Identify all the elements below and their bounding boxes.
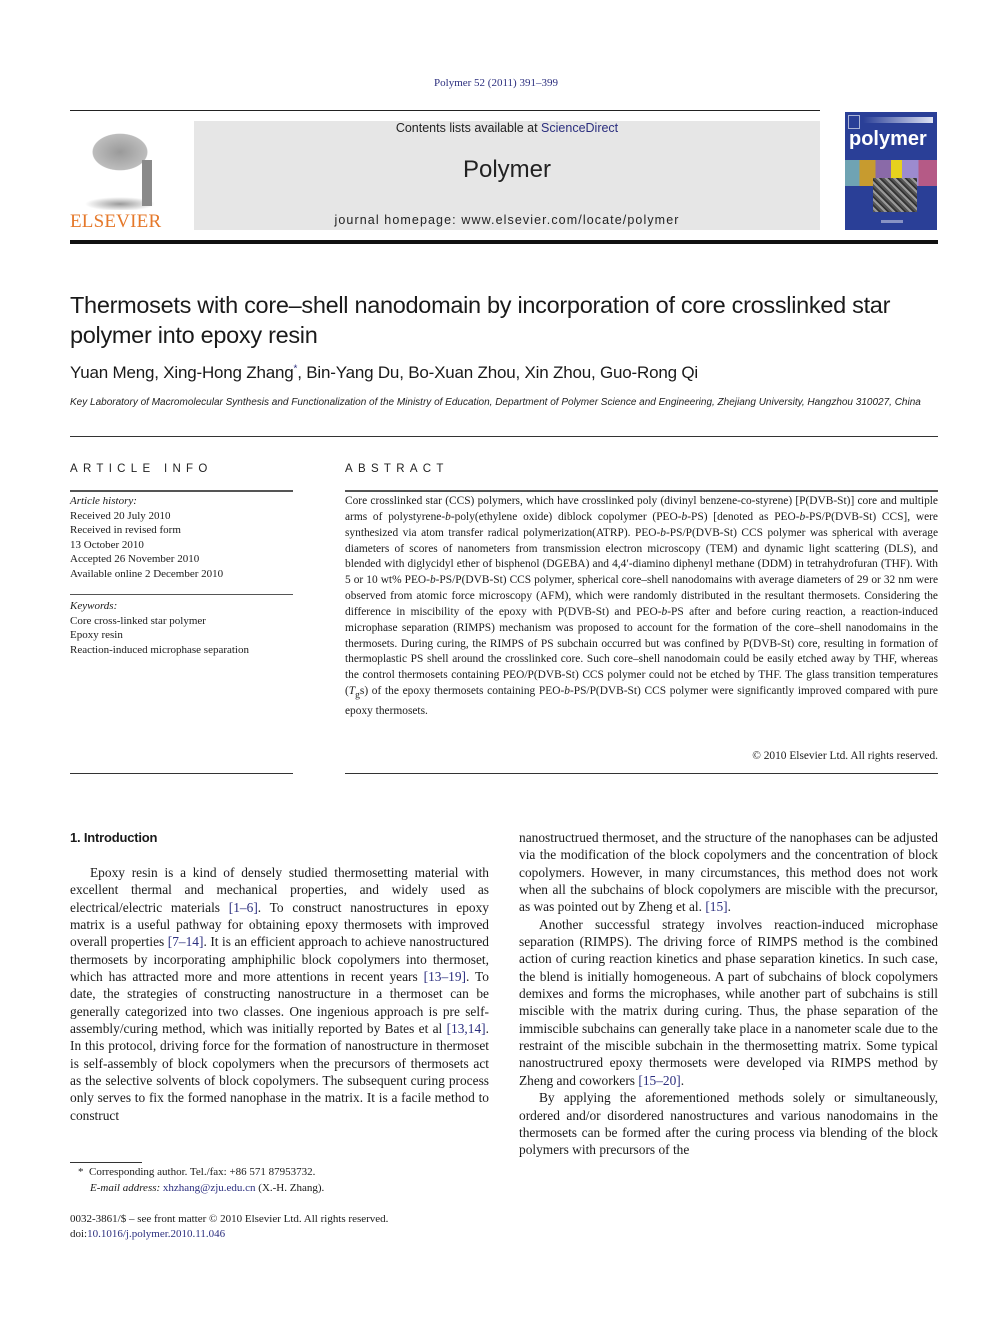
abstract-run: -PS after and before curing reaction, a …: [345, 605, 938, 698]
citation-text[interactable]: Polymer 52 (2011) 391–399: [434, 77, 558, 89]
header-thick-rule: [70, 240, 938, 244]
citation-ref-link[interactable]: [1–6]: [229, 900, 258, 915]
footnote-rule: [70, 1162, 142, 1163]
history-item: Available online 2 December 2010: [70, 567, 224, 580]
text-run: By applying the aforementioned methods s…: [519, 1090, 938, 1158]
paragraph: nanostructrued thermoset, and the struct…: [519, 829, 938, 916]
authors-part-1: Yuan Meng, Xing-Hong Zhang: [70, 363, 294, 382]
abstract-rule: [345, 490, 938, 492]
issn-line: 0032-3861/$ – see front matter © 2010 El…: [70, 1213, 389, 1225]
homepage-url-link[interactable]: www.elsevier.com/locate/polymer: [461, 213, 679, 227]
history-item: Accepted 26 November 2010: [70, 553, 200, 565]
text-run: .: [680, 1072, 685, 1088]
front-matter: 0032-3861/$ – see front matter © 2010 El…: [70, 1212, 510, 1241]
history-item: 13 October 2010: [70, 538, 144, 551]
email-suffix: (X.-H. Zhang).: [255, 1181, 325, 1194]
email-label: E-mail address:: [90, 1181, 161, 1194]
body-column-right: nanostructrued thermoset, and the struct…: [519, 829, 938, 1159]
abstract-copyright: © 2010 Elsevier Ltd. All rights reserved…: [752, 750, 938, 762]
cover-sem-image: [873, 178, 917, 212]
abstract-end-rule: [345, 773, 938, 774]
citation-ref-link[interactable]: [15]: [705, 899, 727, 914]
cover-gradient-bar: [863, 117, 933, 123]
citation-ref-link[interactable]: [13–19]: [424, 969, 466, 984]
homepage-prefix: journal homepage:: [334, 213, 462, 227]
keywords-rule: [70, 594, 293, 595]
abstract-text: Core crosslinked star (CCS) polymers, wh…: [345, 494, 938, 720]
article-info-heading: ARTICLE INFO: [70, 463, 213, 475]
journal-homepage: journal homepage: www.elsevier.com/locat…: [194, 213, 820, 227]
header-rule: [70, 110, 820, 111]
tree-trunk: [142, 160, 152, 206]
text-run: . In this protocol, driving force for th…: [70, 1021, 489, 1123]
paragraph: By applying the aforementioned methods s…: [519, 1089, 938, 1158]
keyword-item: Reaction-induced microphase separation: [70, 643, 249, 656]
citation-ref-link[interactable]: [13,14]: [447, 1021, 486, 1036]
article-history: Article history: Received 20 July 2010 R…: [70, 494, 300, 581]
abstract-run: s) of the epoxy thermosets containing PE…: [359, 685, 565, 698]
title-rule: [70, 436, 938, 437]
elsevier-tree-icon: [70, 122, 170, 210]
contents-line: Contents lists available at ScienceDirec…: [194, 121, 820, 135]
journal-title: Polymer: [462, 156, 552, 183]
doi-label: doi:: [70, 1227, 88, 1240]
footnote-mark: *: [78, 1166, 84, 1178]
abstract-heading: ABSTRACT: [345, 463, 449, 475]
section-heading-introduction: 1. Introduction: [70, 830, 158, 845]
cover-title: polymer: [849, 128, 927, 150]
body-column-left: Epoxy resin is a kind of densely studied…: [70, 864, 489, 1124]
article-info-rule: [70, 490, 293, 492]
affiliation: Key Laboratory of Macromolecular Synthes…: [70, 397, 921, 408]
keyword-item: Core cross-linked star polymer: [70, 614, 206, 627]
article-info-end-rule: [70, 773, 293, 774]
article-title: Thermosets with core–shell nanodomain by…: [70, 292, 891, 348]
email-link[interactable]: xhzhang@zju.edu.cn: [163, 1182, 256, 1194]
abstract-run: -poly(ethylene oxide) diblock copolymer …: [450, 510, 682, 523]
history-item: Received 20 July 2010: [70, 509, 171, 522]
paragraph: Epoxy resin is a kind of densely studied…: [70, 864, 489, 1124]
footnote-text: Corresponding author. Tel./fax: +86 571 …: [89, 1166, 316, 1178]
doi-link[interactable]: 10.1016/j.polymer.2010.11.046: [87, 1228, 225, 1240]
abstract-run: -PS) [denoted as PEO-: [687, 510, 800, 523]
corresponding-author-footnote: * Corresponding author. Tel./fax: +86 57…: [70, 1165, 490, 1196]
contents-prefix: Contents lists available at: [395, 121, 542, 135]
citation-ref-link[interactable]: [15–20]: [638, 1073, 680, 1088]
text-run: Another successful strategy involves rea…: [519, 916, 938, 1088]
keywords-label: Keywords:: [70, 600, 118, 612]
sciencedirect-link[interactable]: ScienceDirect: [541, 121, 618, 135]
cover-publisher-badge-icon: [848, 115, 860, 129]
citation-ref-link[interactable]: [7–14]: [168, 934, 204, 949]
history-item: Received in revised form: [70, 524, 181, 536]
authors-part-2: , Bin-Yang Du, Bo-Xuan Zhou, Xin Zhou, G…: [297, 363, 698, 382]
text-run: .: [727, 899, 731, 915]
keyword-item: Epoxy resin: [70, 629, 123, 641]
paragraph: Another successful strategy involves rea…: [519, 916, 938, 1089]
history-label: Article history:: [70, 495, 137, 507]
cover-footer-mark: [881, 220, 903, 223]
journal-citation-link[interactable]: Polymer 52 (2011) 391–399: [0, 77, 992, 89]
elsevier-wordmark: ELSEVIER: [70, 211, 162, 232]
author-list: Yuan Meng, Xing-Hong Zhang*, Bin-Yang Du…: [70, 363, 940, 383]
keywords: Keywords: Core cross-linked star polymer…: [70, 599, 300, 657]
journal-cover-image[interactable]: polymer: [845, 112, 937, 230]
